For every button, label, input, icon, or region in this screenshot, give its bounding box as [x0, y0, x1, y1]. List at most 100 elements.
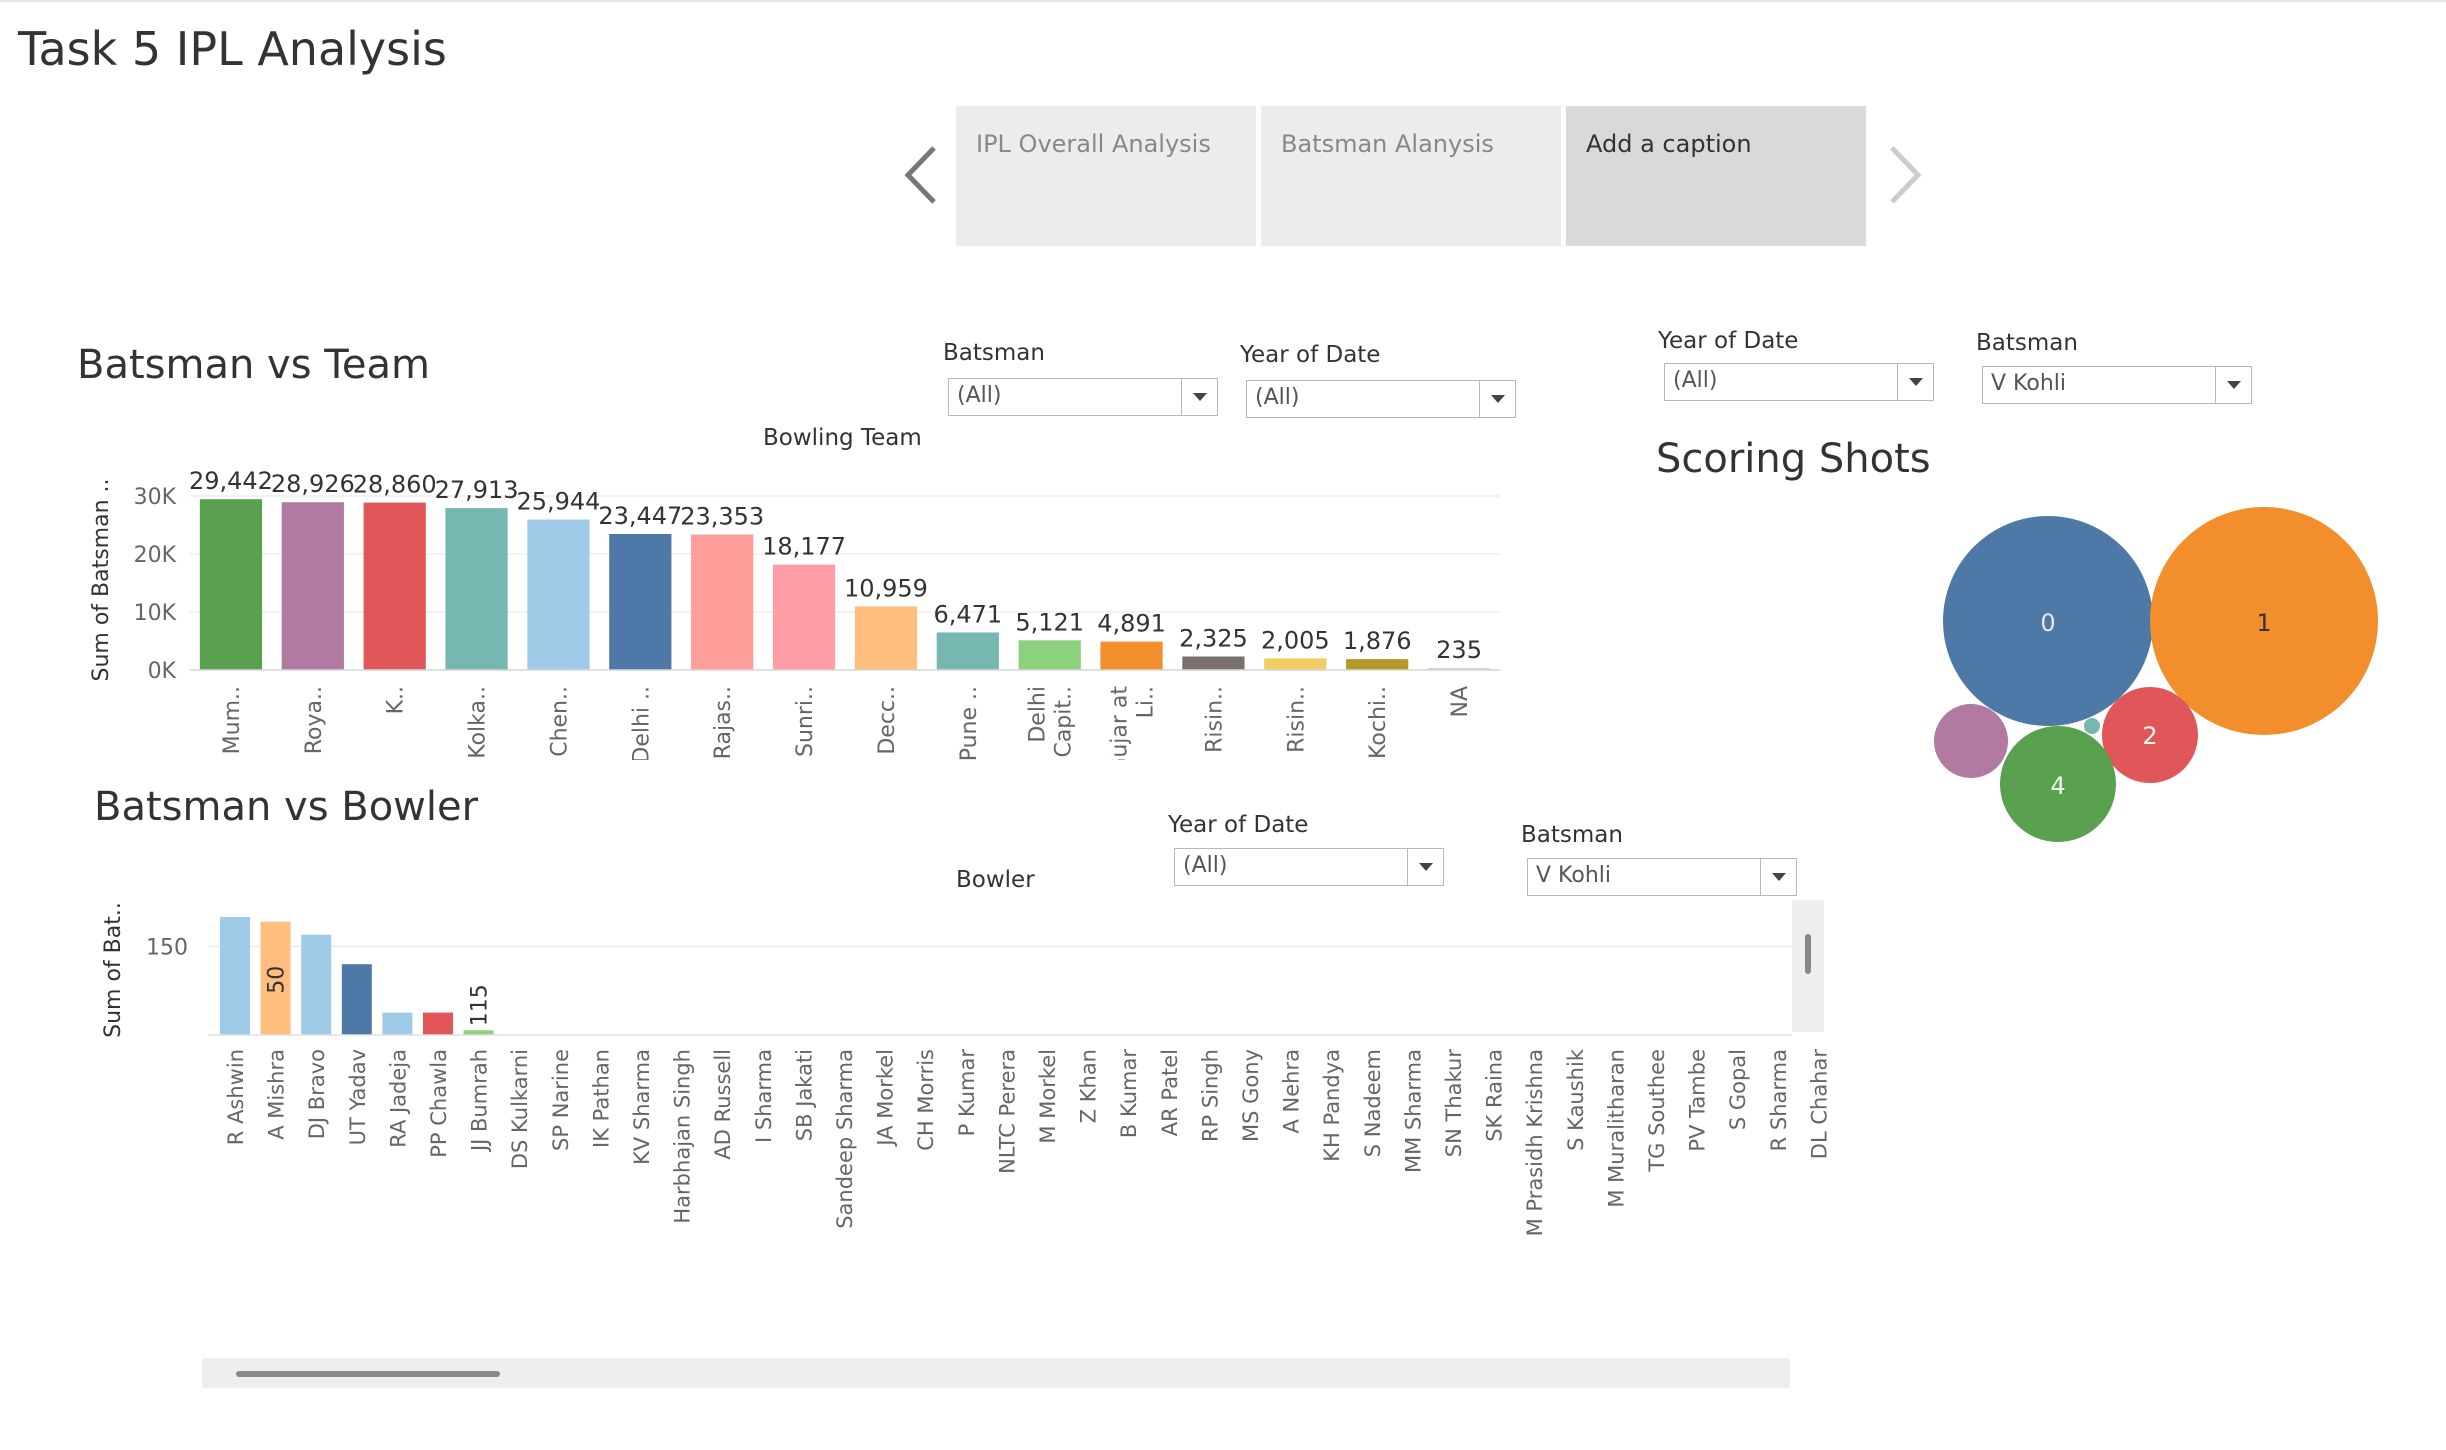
chevron-down-icon[interactable] [1407, 849, 1443, 885]
dropdown-value: V Kohli [1991, 371, 2067, 396]
chevron-right-icon [1890, 146, 1922, 204]
chevron-down-icon[interactable] [1760, 859, 1796, 895]
bowler-bar-value-label: 115 [468, 984, 493, 1026]
team-x-tick-line: Gujar at [1108, 686, 1133, 760]
bowler-y-tick-label: 150 [146, 936, 188, 961]
bowler-batsman-dropdown[interactable]: V Kohli [1527, 858, 1797, 896]
dropdown-value: V Kohli [1536, 863, 1612, 888]
team-x-tick-line: Risin.. [1202, 686, 1227, 753]
story-prev-arrow[interactable] [900, 140, 944, 210]
bowler-x-tick-label: CH Morris [914, 1049, 938, 1151]
bowler-x-tick-label: PP Chawla [427, 1049, 451, 1158]
team-bar-value-label: 1,876 [1343, 627, 1412, 655]
bowler-bar [301, 934, 332, 1035]
bowler-x-tick-label: A Mishra [265, 1049, 289, 1140]
bowler-x-tick-label: MM Sharma [1401, 1049, 1425, 1173]
shots-year-dropdown[interactable]: (All) [1664, 363, 1934, 401]
team-bar-value-label: 235 [1436, 636, 1482, 664]
bowler-year-dropdown[interactable]: (All) [1174, 848, 1444, 886]
team-x-tick-line: Capit.. [1052, 686, 1077, 758]
shots-year-filter-label: Year of Date [1658, 328, 1799, 354]
chevron-down-icon[interactable] [1897, 364, 1933, 400]
team-x-tick-label: Kochi.. [1366, 686, 1391, 759]
bowler-x-tick-label: SP Narine [549, 1049, 573, 1151]
team-x-tick-line: Rajas.. [711, 686, 736, 759]
team-x-tick-label: Risin.. [1284, 686, 1309, 753]
bowler-x-tick-label: RA Jadeja [386, 1049, 410, 1148]
vertical-scrollbar-thumb[interactable] [1805, 934, 1811, 974]
bowler-x-tick-label: I Sharma [752, 1049, 776, 1143]
team-bar [691, 534, 754, 670]
team-bar-value-label: 25,944 [516, 488, 600, 516]
batsman-vs-bowler-chart: Sum of Bat.. 150 R Ashwin 50 A Mishra DJ Brav… [101, 902, 1830, 1236]
bowler-x-tick-label: SN Thakur [1442, 1049, 1466, 1158]
bowler-x-tick-label: B Kumar [1117, 1049, 1141, 1138]
dropdown-value: (All) [957, 383, 1002, 408]
bowler-y-axis-label: Sum of Bat.. [101, 902, 126, 1038]
team-x-tick-label: Rajas.. [711, 686, 736, 759]
team-bar [854, 606, 918, 670]
bowler-x-tick-label: AR Patel [1158, 1049, 1182, 1136]
team-chart-title: Batsman vs Team [77, 342, 430, 388]
team-bar-value-label: 23,353 [680, 503, 764, 531]
team-bar-value-label: 23,447 [598, 502, 682, 530]
bowler-x-tick-label: Z Khan [1077, 1049, 1101, 1123]
horizontal-scrollbar-thumb[interactable] [236, 1371, 500, 1377]
bowler-year-filter-label: Year of Date [1168, 812, 1309, 838]
team-bar [1100, 641, 1163, 670]
team-x-tick-label: Mum.. [220, 686, 245, 754]
team-batsman-dropdown[interactable]: (All) [948, 378, 1218, 416]
chevron-down-icon[interactable] [1181, 379, 1217, 415]
bowler-x-tick-label: SK Raina [1483, 1049, 1507, 1142]
team-bar [936, 632, 999, 670]
story-next-arrow[interactable] [1882, 140, 1926, 210]
team-x-tick-label: Delhi .. [629, 686, 654, 760]
bowler-x-tick-label: R Sharma [1767, 1049, 1791, 1151]
horizontal-scrollbar[interactable] [202, 1358, 1790, 1388]
team-x-tick-label: Decc.. [875, 686, 900, 755]
bowler-x-tick-label: DL Chahar [1807, 1049, 1830, 1160]
bowler-x-tick-label: KH Pandya [1320, 1049, 1344, 1162]
bubble-shot-small[interactable] [2084, 718, 2100, 734]
bowler-x-tick-label: MS Gony [1239, 1049, 1263, 1142]
shots-batsman-dropdown[interactable]: V Kohli [1982, 366, 2252, 404]
team-x-tick-line: Delhi .. [629, 686, 654, 760]
bowler-x-tick-label: RP Singh [1198, 1049, 1222, 1142]
bubble-label-0: 0 [2040, 609, 2055, 637]
bowler-x-tick-label: UT Yadav [346, 1049, 370, 1145]
bubble-label-4: 4 [2050, 772, 2065, 800]
team-year-dropdown[interactable]: (All) [1246, 380, 1516, 418]
bowler-x-tick-label: Harbhajan Singh [671, 1049, 695, 1224]
bowler-batsman-filter-label: Batsman [1521, 822, 1623, 848]
batsman-vs-team-chart: Sum of Batsman .. 0K 10K 20K 30K 29,442 Mum.. 2… [89, 467, 1500, 760]
story-tab-caption[interactable]: Add a caption [1566, 106, 1866, 246]
bowler-x-tick-label: KV Sharma [630, 1049, 654, 1165]
story-tab-overall[interactable]: IPL Overall Analysis [956, 106, 1256, 246]
story-tab-batsman[interactable]: Batsman Alanysis [1261, 106, 1561, 246]
team-x-tick-label: DelhiCapit.. [1026, 686, 1077, 758]
bubble-shot-other[interactable] [1934, 704, 2008, 778]
chevron-down-icon[interactable] [1479, 381, 1515, 417]
team-x-tick-label: NA [1448, 686, 1473, 718]
team-x-tick-line: Kochi.. [1366, 686, 1391, 759]
team-y-tick-label: 10K [134, 601, 177, 626]
team-x-tick-label: Roya.. [302, 686, 327, 754]
team-y-tick-label: 30K [134, 485, 177, 510]
team-bar [527, 519, 590, 670]
team-bar [363, 502, 426, 670]
bowler-x-tick-label: TG Southee [1645, 1049, 1669, 1173]
vertical-scrollbar[interactable] [1792, 900, 1824, 1032]
bowler-x-tick-label: AD Russell [711, 1049, 735, 1160]
scoring-shots-chart: 0 1 2 4 [1934, 507, 2378, 842]
bowler-bar-value-label: 50 [265, 966, 290, 994]
team-bar [1018, 640, 1081, 670]
team-x-tick-line: Delhi [1026, 686, 1051, 743]
team-bar-value-label: 2,325 [1179, 625, 1248, 653]
team-bar-value-label: 29,442 [189, 467, 273, 495]
dropdown-value: (All) [1255, 385, 1300, 410]
bowler-x-tick-label: R Ashwin [224, 1049, 248, 1145]
chevron-down-icon[interactable] [2215, 367, 2251, 403]
chevron-left-icon [904, 146, 936, 204]
team-bar [445, 508, 508, 670]
team-x-tick-line: Pune .. [957, 686, 982, 760]
